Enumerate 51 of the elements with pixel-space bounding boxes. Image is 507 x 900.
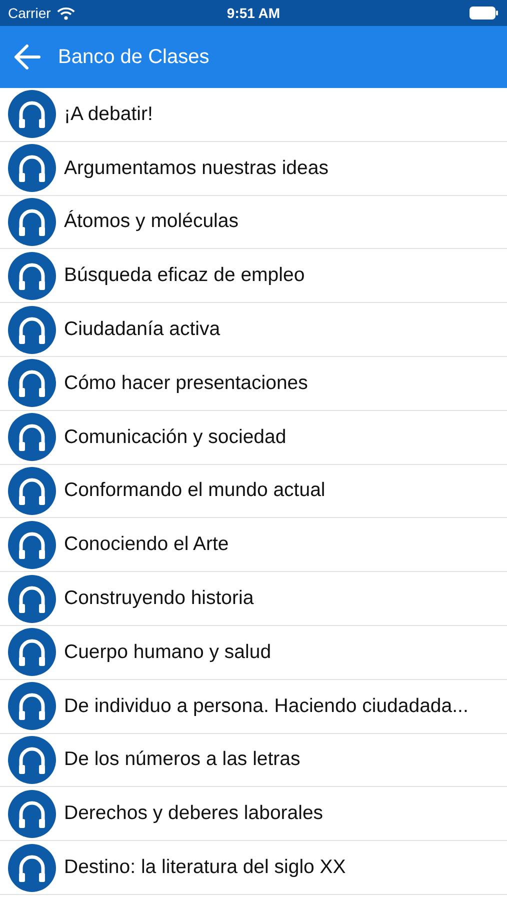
class-list-item[interactable]: Conformando el mundo actual xyxy=(0,464,507,518)
headphones-icon xyxy=(8,736,56,784)
class-list-item[interactable]: Destino: la literatura del siglo XX xyxy=(0,841,507,895)
class-list-item[interactable]: Conociendo el Arte xyxy=(0,518,507,572)
class-title: Argumentamos nuestras ideas xyxy=(64,156,328,180)
class-list-item[interactable]: De los números a las letras xyxy=(0,734,507,788)
class-title: Derechos y deberes laborales xyxy=(64,802,324,826)
class-list-item[interactable]: Ciudadanía activa xyxy=(0,303,507,357)
class-title: Construyendo historia xyxy=(64,587,254,610)
class-title: Átomos y moléculas xyxy=(64,210,238,234)
back-arrow-icon[interactable] xyxy=(12,42,42,72)
headphones-icon xyxy=(8,144,56,192)
class-title: De los números a las letras xyxy=(64,748,300,772)
class-title: Cómo hacer presentaciones xyxy=(64,372,308,395)
class-title: Conociendo el Arte xyxy=(64,533,229,556)
headphones-icon xyxy=(8,790,56,838)
class-title: Ciudadanía activa xyxy=(64,318,220,342)
class-list-item[interactable]: Búsqueda eficaz de empleo xyxy=(0,249,507,304)
class-title: Conformando el mundo actual xyxy=(64,479,326,502)
class-title: De individuo a persona. Haciendo ciudadada... xyxy=(64,694,468,718)
headphones-icon xyxy=(8,466,56,515)
class-list-item[interactable]: Construyendo historia xyxy=(0,572,507,626)
status-time: 9:51 AM xyxy=(226,5,280,21)
class-title: ¡A debatir! xyxy=(64,102,153,126)
battery-icon xyxy=(469,6,499,20)
wifi-icon xyxy=(56,6,75,20)
class-list-item[interactable]: Comunicación y sociedad xyxy=(0,410,507,465)
class-title: Cuerpo humano y salud xyxy=(64,640,272,664)
class-title: Destino: la literatura del siglo XX xyxy=(64,856,346,880)
headphones-icon xyxy=(8,520,56,569)
class-list-item[interactable]: Átomos y moléculas xyxy=(0,196,507,250)
class-title: Búsqueda eficaz de empleo xyxy=(64,264,305,288)
headphones-icon xyxy=(8,413,56,462)
class-list-item[interactable]: De individuo a persona. Haciendo ciudadada... xyxy=(0,680,507,734)
headphones-icon xyxy=(8,628,56,676)
carrier-label: Carrier xyxy=(8,5,51,21)
class-list-item[interactable]: Cómo hacer presentaciones xyxy=(0,356,507,411)
headphones-icon xyxy=(8,844,56,892)
class-list-item[interactable]: Cuerpo humano y salud xyxy=(0,626,507,680)
headphones-icon xyxy=(8,574,56,623)
headphones-icon xyxy=(8,682,56,730)
headphones-icon xyxy=(8,90,56,138)
headphones-icon xyxy=(8,198,56,246)
screen-title: Banco de Clases xyxy=(58,46,210,68)
headphones-icon xyxy=(8,359,56,408)
class-list-item[interactable]: Derechos y deberes laborales xyxy=(0,787,507,842)
headphones-icon xyxy=(8,252,56,300)
class-title: Comunicación y sociedad xyxy=(64,426,286,449)
headphones-icon xyxy=(8,306,56,354)
class-list-item[interactable]: Argumentamos nuestras ideas xyxy=(0,142,507,196)
class-list-item[interactable]: ¡A debatir! xyxy=(0,88,507,142)
